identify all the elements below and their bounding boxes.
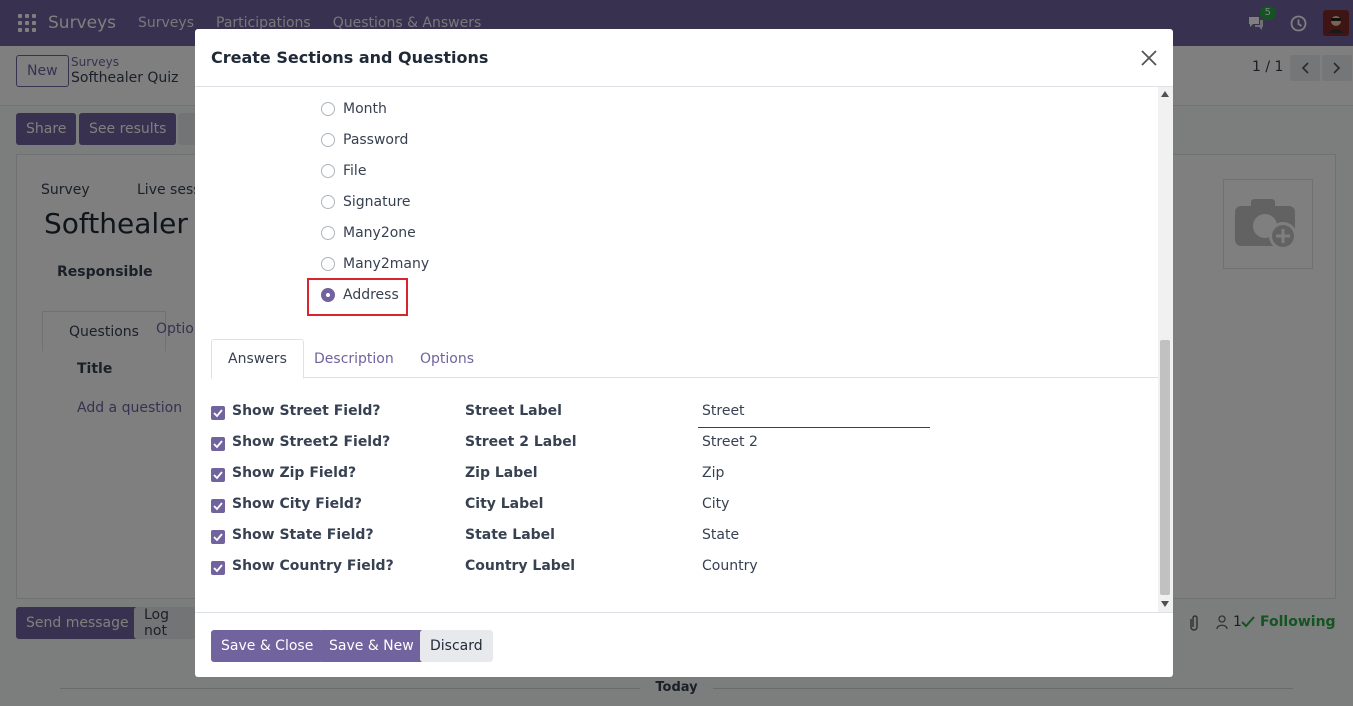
show-street2-label: Show Street2 Field? xyxy=(232,434,391,450)
radio-label: Many2many xyxy=(343,256,430,272)
question-type-password[interactable]: Password xyxy=(321,130,408,150)
question-type-many2one[interactable]: Many2one xyxy=(321,223,416,243)
modal-footer: Save & Close Save & New Discard xyxy=(195,612,1173,677)
radio-label: Signature xyxy=(343,194,411,210)
answer-row-zip: Show Zip Field? Zip Label Zip xyxy=(211,463,1141,487)
create-question-dialog: Create Sections and Questions Month Pass… xyxy=(195,29,1173,677)
answer-row-street: Show Street Field? Street Label Street xyxy=(211,401,1141,428)
street-label-caption: Street Label xyxy=(465,403,562,419)
tab-options[interactable]: Options xyxy=(404,339,490,378)
radio-label: Password xyxy=(343,132,409,148)
country-label-input[interactable]: Country xyxy=(698,558,930,574)
answer-row-country: Show Country Field? Country Label Countr… xyxy=(211,556,1141,580)
radio-label: File xyxy=(343,163,367,179)
show-street2-checkbox[interactable] xyxy=(211,437,225,451)
street2-label-input[interactable]: Street 2 xyxy=(698,434,930,450)
modal-body: Month Password File Signature Many2one M… xyxy=(195,87,1173,612)
save-new-button[interactable]: Save & New xyxy=(319,630,424,662)
save-close-button[interactable]: Save & Close xyxy=(211,630,324,662)
state-label-caption: State Label xyxy=(465,527,555,543)
zip-label-input[interactable]: Zip xyxy=(698,465,930,481)
scroll-up-icon[interactable] xyxy=(1161,91,1169,97)
show-zip-label: Show Zip Field? xyxy=(232,465,357,481)
question-type-signature[interactable]: Signature xyxy=(321,192,411,212)
radio-button[interactable] xyxy=(321,102,335,116)
notebook-tabs: Answers Description Options xyxy=(211,339,1158,379)
answer-row-street2: Show Street2 Field? Street 2 Label Stree… xyxy=(211,432,1141,456)
modal-title: Create Sections and Questions xyxy=(211,48,489,67)
radio-button[interactable] xyxy=(321,257,335,271)
show-city-checkbox[interactable] xyxy=(211,499,225,513)
highlight-box xyxy=(307,278,408,316)
modal-header: Create Sections and Questions xyxy=(195,29,1173,87)
tab-answers[interactable]: Answers xyxy=(211,339,304,379)
answer-row-city: Show City Field? City Label City xyxy=(211,494,1141,518)
state-label-input[interactable]: State xyxy=(698,527,930,543)
show-country-checkbox[interactable] xyxy=(211,561,225,575)
street2-label-caption: Street 2 Label xyxy=(465,434,577,450)
radio-label: Many2one xyxy=(343,225,416,241)
show-country-label: Show Country Field? xyxy=(232,558,394,574)
city-label-caption: City Label xyxy=(465,496,544,512)
street-label-input[interactable]: Street xyxy=(698,403,930,428)
question-type-many2many[interactable]: Many2many xyxy=(321,254,429,274)
show-street-label: Show Street Field? xyxy=(232,403,381,419)
country-label-caption: Country Label xyxy=(465,558,576,574)
question-type-month[interactable]: Month xyxy=(321,99,387,119)
scroll-down-icon[interactable] xyxy=(1161,601,1169,607)
show-state-checkbox[interactable] xyxy=(211,530,225,544)
radio-label: Month xyxy=(343,101,387,117)
zip-label-caption: Zip Label xyxy=(465,465,538,481)
answer-row-state: Show State Field? State Label State xyxy=(211,525,1141,549)
tab-description[interactable]: Description xyxy=(298,339,410,378)
show-zip-checkbox[interactable] xyxy=(211,468,225,482)
show-street-checkbox[interactable] xyxy=(211,406,225,420)
radio-button[interactable] xyxy=(321,133,335,147)
close-icon[interactable] xyxy=(1140,49,1158,67)
discard-button[interactable]: Discard xyxy=(420,630,493,662)
radio-button[interactable] xyxy=(321,195,335,209)
city-label-input[interactable]: City xyxy=(698,496,930,512)
show-state-label: Show State Field? xyxy=(232,527,374,543)
modal-scrollbar[interactable] xyxy=(1158,87,1173,612)
show-city-label: Show City Field? xyxy=(232,496,363,512)
question-type-file[interactable]: File xyxy=(321,161,366,181)
radio-button[interactable] xyxy=(321,164,335,178)
scrollbar-thumb[interactable] xyxy=(1160,340,1170,595)
radio-button[interactable] xyxy=(321,226,335,240)
